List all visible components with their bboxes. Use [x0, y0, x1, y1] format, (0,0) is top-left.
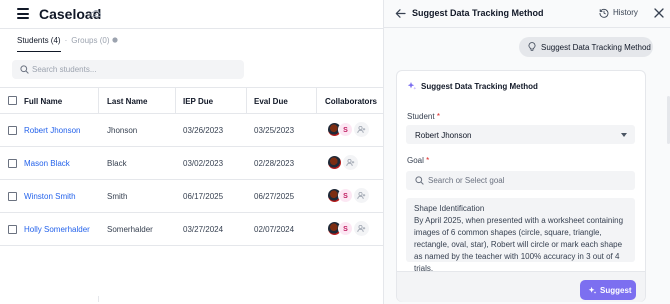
caseload-pane: Caseload Students (4)·Groups (0) Full Na…: [0, 0, 383, 304]
goal-label: Goal *: [407, 156, 430, 165]
add-person-icon: [346, 158, 355, 167]
tabs: Students (4) · Groups (0): [17, 36, 119, 52]
suggest-method-chip[interactable]: Suggest Data Tracking Method: [519, 37, 653, 57]
last-name-cell: Black: [107, 159, 127, 168]
avatar: [327, 155, 342, 170]
tab-students[interactable]: Students (4): [17, 36, 61, 45]
last-name-cell: Jhonson: [107, 126, 138, 135]
menu-icon[interactable]: [17, 8, 29, 19]
table-row[interactable]: Robert Jhonson Jhonson 03/26/2023 03/25/…: [0, 114, 383, 147]
iep-due-cell: 06/17/2025: [183, 192, 224, 201]
select-all-checkbox[interactable]: [8, 96, 17, 105]
divider: [98, 296, 99, 302]
goal-title: Shape Identification: [414, 204, 485, 213]
student-select[interactable]: Robert Jhonson: [406, 125, 635, 144]
column-collaborators[interactable]: Collaborators: [325, 97, 377, 106]
selected-goal[interactable]: Shape Identification By April 2025, when…: [406, 198, 635, 273]
cloud-icon: [90, 10, 101, 18]
chevron-down-icon: [621, 133, 627, 137]
add-collaborator-button[interactable]: [343, 155, 358, 170]
column-full-name[interactable]: Full Name: [24, 97, 62, 106]
search-icon: [20, 65, 29, 74]
add-person-icon: [357, 125, 366, 134]
add-collaborator-button[interactable]: [354, 221, 369, 236]
column-eval-due[interactable]: Eval Due: [254, 97, 288, 106]
last-name-cell: Somerhalder: [107, 225, 153, 234]
panel-header: Suggest Data Tracking Method History: [384, 0, 670, 28]
add-collaborator-button[interactable]: [354, 188, 369, 203]
suggest-button-label: Suggest: [600, 286, 632, 295]
iep-due-cell: 03/27/2024: [183, 225, 224, 234]
chip-label: Suggest Data Tracking Method: [541, 43, 651, 52]
student-name-link[interactable]: Mason Black: [24, 159, 70, 168]
tab-groups[interactable]: Groups (0): [71, 36, 109, 45]
card-footer: Suggest: [397, 271, 645, 302]
student-select-value: Robert Jhonson: [415, 131, 472, 140]
column-divider: [175, 88, 176, 114]
card-title: Suggest Data Tracking Method: [421, 82, 538, 91]
sparkle-icon: [588, 286, 597, 294]
sparkle-icon: [407, 82, 417, 90]
eval-due-cell: 02/07/2024: [254, 225, 295, 234]
student-name-link[interactable]: Winston Smith: [24, 192, 76, 201]
last-name-cell: Smith: [107, 192, 128, 201]
goal-search-input[interactable]: [428, 171, 628, 190]
search-icon: [415, 176, 424, 185]
table-row[interactable]: Winston Smith Smith 06/17/2025 06/27/202…: [0, 180, 383, 213]
student-label: Student *: [407, 112, 440, 121]
table-row[interactable]: Mason Black Black 03/02/2023 02/28/2023: [0, 147, 383, 180]
row-checkbox[interactable]: [8, 192, 17, 201]
row-checkbox[interactable]: [8, 159, 17, 168]
tab-separator: ·: [64, 36, 68, 45]
collaborator-avatar: S: [338, 221, 353, 236]
history-icon: [599, 8, 609, 18]
eval-due-cell: 02/28/2023: [254, 159, 295, 168]
column-last-name[interactable]: Last Name: [107, 97, 147, 106]
collaborator-avatar: S: [338, 122, 353, 137]
column-divider: [98, 88, 99, 114]
table-header: Full Name Last Name IEP Due Eval Due Col…: [0, 87, 383, 114]
add-person-icon: [357, 224, 366, 233]
table-row[interactable]: Holly Somerhalder Somerhalder 03/27/2024…: [0, 213, 383, 246]
history-label: History: [613, 8, 638, 17]
goal-search: [406, 171, 635, 190]
column-divider: [316, 88, 317, 114]
column-divider: [246, 88, 247, 114]
lock-icon: [112, 37, 119, 43]
tab-active-indicator: [17, 51, 61, 52]
back-arrow-icon[interactable]: [395, 8, 406, 19]
suggest-button[interactable]: Suggest: [580, 280, 636, 300]
student-search: [12, 60, 244, 79]
collaborator-avatar: S: [338, 188, 353, 203]
search-input[interactable]: [32, 60, 242, 79]
iep-due-cell: 03/26/2023: [183, 126, 224, 135]
students-table: Full Name Last Name IEP Due Eval Due Col…: [0, 87, 383, 246]
column-iep-due[interactable]: IEP Due: [183, 97, 213, 106]
row-checkbox[interactable]: [8, 225, 17, 234]
add-person-icon: [357, 191, 366, 200]
iep-due-cell: 03/02/2023: [183, 159, 224, 168]
student-name-link[interactable]: Holly Somerhalder: [24, 225, 90, 234]
top-bar: Caseload: [0, 0, 383, 29]
lightbulb-icon: [528, 42, 536, 51]
eval-due-cell: 03/25/2023: [254, 126, 295, 135]
suggest-panel: Suggest Data Tracking Method History Sug…: [383, 0, 670, 304]
goal-description: By April 2025, when presented with a wor…: [414, 216, 624, 273]
close-icon[interactable]: [654, 8, 664, 18]
panel-title: Suggest Data Tracking Method: [412, 8, 544, 18]
student-name-link[interactable]: Robert Jhonson: [24, 126, 80, 135]
add-collaborator-button[interactable]: [354, 122, 369, 137]
row-checkbox[interactable]: [8, 126, 17, 135]
eval-due-cell: 06/27/2025: [254, 192, 295, 201]
suggest-card: Suggest Data Tracking Method Student * R…: [396, 70, 646, 302]
